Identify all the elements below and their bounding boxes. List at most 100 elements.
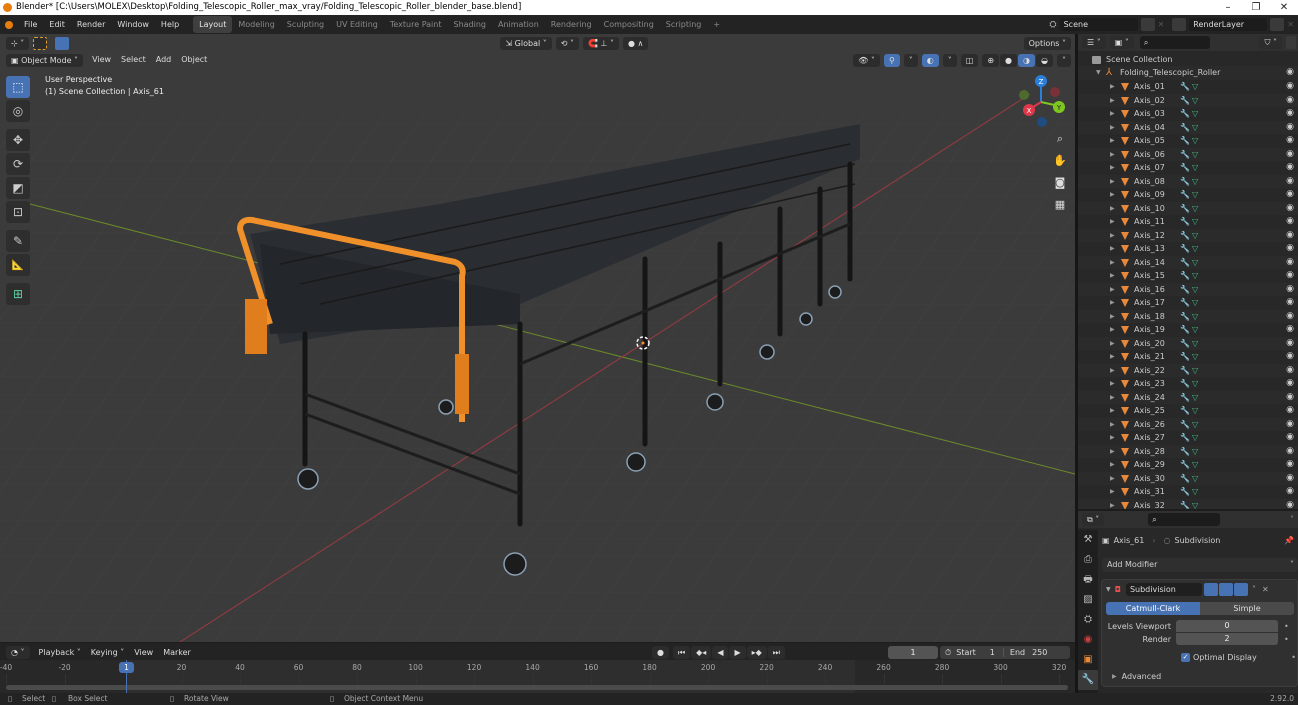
prev-keyframe-icon[interactable]: ◆◂ [691,646,712,659]
tab-compositing[interactable]: Compositing [598,16,660,33]
3d-viewport[interactable]: Z Y X ⊹ ˅ ⇲ Global ˅ ⟲ ˅ 🧲 ⊥ ˅ ● ∧ Optio… [0,34,1075,642]
outliner-item[interactable]: ▶ Axis_28 🔧 ▽ ◉ [1078,444,1298,459]
select-box-tool[interactable]: ⬚ [6,76,30,98]
outliner-item[interactable]: ▶ Axis_02 🔧 ▽ ◉ [1078,93,1298,108]
expand-arrow-icon[interactable]: ▶ [1110,431,1115,445]
visibility-eye-icon[interactable]: ◉ [1286,310,1294,324]
modifier-wrench-icon[interactable]: 🔧 [1180,472,1190,486]
modifier-wrench-icon[interactable]: 🔧 [1180,431,1190,445]
outliner-item[interactable]: ▶ Axis_15 🔧 ▽ ◉ [1078,269,1298,283]
view-layer-tab-icon[interactable]: ▨ [1078,590,1098,610]
visibility-eye-icon[interactable]: ◉ [1286,296,1294,310]
menu-help[interactable]: Help [155,15,185,34]
levels-viewport-field[interactable]: 0 [1176,620,1278,632]
visibility-eye-icon[interactable]: ◉ [1286,283,1294,297]
outliner-collection-row[interactable]: ▼ ⅄ Folding_Telescopic_Roller ◉ [1078,66,1298,80]
mesh-data-icon[interactable]: ▽ [1192,242,1198,256]
jump-start-icon[interactable]: ⏮ [672,646,691,659]
visibility-eye-icon[interactable]: ◉ [1286,121,1294,135]
menu-select[interactable]: Select [116,53,151,67]
collapse-arrow-icon[interactable]: ▼ [1106,586,1111,593]
editor-type-button[interactable]: ⊹ ˅ [6,36,30,50]
visibility-eye-icon[interactable]: ◉ [1286,350,1294,364]
scene-icon[interactable]: ⛭ [1049,20,1056,30]
delete-scene-icon[interactable]: ✕ [1158,20,1165,29]
pivot-point-dropdown[interactable]: ⟲ ˅ [555,36,579,50]
visibility-eye-icon[interactable]: ◉ [1286,458,1294,472]
render-layer-field[interactable]: RenderLayer [1189,18,1268,31]
play-reverse-icon[interactable]: ◀ [712,646,729,659]
shading-dropdown[interactable]: ˅ [1057,53,1071,67]
world-tab-icon[interactable]: ◉ [1078,630,1098,650]
tool-tab-icon[interactable]: ⚒ [1078,530,1098,550]
menu-playback[interactable]: Playback ˅ [34,646,86,660]
modifier-name-field[interactable]: Subdivision [1125,583,1202,596]
scene-tab-icon[interactable]: ⛭ [1078,610,1098,630]
camera-view-icon[interactable]: ◙ [1051,174,1069,192]
scale-tool[interactable]: ◩ [6,177,30,199]
mesh-data-icon[interactable]: ▽ [1192,323,1198,337]
add-modifier-dropdown[interactable]: Add Modifier ˅ [1102,558,1298,572]
mesh-data-icon[interactable]: ▽ [1192,80,1198,94]
mesh-data-icon[interactable]: ▽ [1192,337,1198,351]
visibility-eye-icon[interactable]: ◉ [1286,485,1294,499]
modifier-wrench-icon[interactable]: 🔧 [1180,499,1190,510]
modifier-wrench-icon[interactable]: 🔧 [1180,94,1190,108]
mesh-data-icon[interactable]: ▽ [1192,404,1198,418]
expand-arrow-icon[interactable]: ▶ [1110,256,1115,270]
visibility-eye-icon[interactable]: ◉ [1286,66,1294,80]
outliner-item[interactable]: ▶ Axis_07 🔧 ▽ ◉ [1078,161,1298,175]
render-tab-icon[interactable]: ⎙ [1078,550,1098,570]
expand-arrow-icon[interactable]: ▶ [1110,215,1115,229]
outliner-item[interactable]: ▶ Axis_17 🔧 ▽ ◉ [1078,296,1298,310]
select-tool-icon[interactable] [33,36,48,50]
mesh-data-icon[interactable]: ▽ [1192,418,1198,432]
visibility-eye-icon[interactable]: ◉ [1286,404,1294,418]
expand-arrow-icon[interactable]: ▶ [1110,188,1115,202]
new-scene-icon[interactable] [1140,18,1155,31]
overlays-dropdown[interactable]: ˅ [942,53,957,67]
mesh-data-icon[interactable]: ▽ [1192,161,1198,175]
modifier-wrench-icon[interactable]: 🔧 [1180,418,1190,432]
modifier-wrench-icon[interactable]: 🔧 [1180,256,1190,270]
outliner-item[interactable]: ▶ Axis_06 🔧 ▽ ◉ [1078,147,1298,162]
maximize-button[interactable]: ❐ [1242,0,1270,15]
modifier-wrench-icon[interactable]: 🔧 [1180,445,1190,459]
display-mode-dropdown[interactable]: ▣ ˅ [1109,36,1134,49]
render-toggle-icon[interactable] [1233,583,1248,596]
render-levels-field[interactable]: 2 [1176,633,1278,645]
visibility-eye-icon[interactable]: ◉ [1286,391,1294,405]
annotate-tool[interactable]: ✎ [6,230,30,252]
modifier-wrench-icon[interactable]: 🔧 [1180,296,1190,310]
visibility-eye-icon[interactable]: ◉ [1286,472,1294,486]
visibility-eye-icon[interactable]: ◉ [1286,80,1294,94]
tab-texture-paint[interactable]: Texture Paint [384,16,448,33]
select-extend-icon[interactable] [70,36,85,50]
select-new-icon[interactable] [55,36,70,50]
advanced-subpanel[interactable]: ▶ Advanced [1112,670,1161,682]
expand-arrow-icon[interactable]: ▶ [1110,350,1115,364]
stopwatch-icon[interactable]: ⏱ [945,648,951,658]
outliner-item[interactable]: ▶ Axis_18 🔧 ▽ ◉ [1078,309,1298,324]
visibility-eye-icon[interactable]: ◉ [1286,148,1294,162]
outliner-item[interactable]: ▶ Axis_30 🔧 ▽ ◉ [1078,471,1298,486]
pin-icon[interactable]: 📌 [1284,536,1294,545]
transform-tool[interactable]: ⊡ [6,201,30,223]
visibility-eye-icon[interactable]: ◉ [1286,323,1294,337]
modifier-wrench-icon[interactable]: 🔧 [1180,161,1190,175]
tab-layout[interactable]: Layout [193,16,233,33]
outliner-scene-collection[interactable]: Scene Collection [1078,53,1298,67]
expand-arrow-icon[interactable]: ▶ [1110,94,1115,108]
modifier-wrench-icon[interactable]: 🔧 [1180,485,1190,499]
visibility-eye-icon[interactable]: ◉ [1286,161,1294,175]
menu-object[interactable]: Object [176,53,212,67]
outliner-item[interactable]: ▶ Axis_13 🔧 ▽ ◉ [1078,242,1298,256]
material-shading-button[interactable]: ◑ [1018,53,1036,67]
expand-arrow-icon[interactable]: ▶ [1110,175,1115,189]
visibility-eye-icon[interactable]: ◉ [1286,94,1294,108]
expand-arrow-icon[interactable]: ▶ [1110,323,1115,337]
modifier-wrench-icon[interactable]: 🔧 [1180,391,1190,405]
tab-scripting[interactable]: Scripting [660,16,708,33]
add-cube-tool[interactable]: ⊞ [6,283,30,305]
expand-arrow-icon[interactable]: ▶ [1110,296,1115,310]
